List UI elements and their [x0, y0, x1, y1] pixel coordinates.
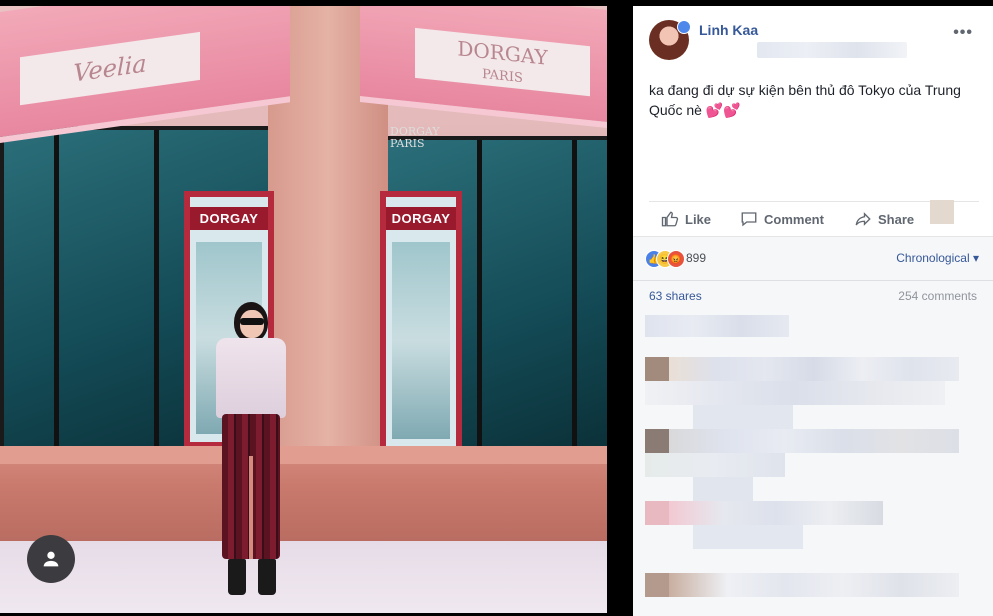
reactions-summary: 👍 😆 😡 899 Chronological ▾ — [633, 236, 993, 281]
share-button[interactable]: Share — [854, 202, 914, 236]
like-button[interactable]: Like — [661, 202, 711, 236]
post-header: Linh Kaa ••• — [649, 20, 985, 64]
blurred-comment — [645, 453, 785, 477]
comment-icon — [741, 212, 757, 227]
angry-reaction-icon: 😡 — [667, 250, 685, 268]
comments-count[interactable]: 254 comments — [898, 289, 977, 303]
blurred-comment — [669, 357, 959, 381]
comment-avatar — [645, 429, 669, 453]
comment-avatar — [645, 501, 669, 525]
comment-avatar — [645, 357, 669, 381]
blurred-comment — [669, 573, 959, 597]
sort-dropdown[interactable]: Chronological ▾ — [896, 251, 979, 265]
blurred-timestamp — [757, 42, 907, 58]
blurred-comment — [645, 381, 945, 405]
author-name[interactable]: Linh Kaa — [699, 22, 758, 38]
shares-link[interactable]: 63 shares — [649, 289, 702, 303]
awning-right: DORGAY PARIS — [360, 6, 607, 129]
two-hearts-emoji: 💕💕 — [705, 102, 741, 118]
thumbs-up-icon — [661, 211, 679, 227]
person-figure — [206, 296, 296, 606]
post-photo[interactable]: Veelia DORGAY PARIS DORGAY PARIS DORGAY … — [0, 6, 607, 613]
caret-down-icon: ▾ — [972, 251, 979, 265]
blurred-comment — [693, 405, 793, 429]
blurred-comment — [693, 477, 753, 501]
post-side-panel: Linh Kaa ••• ka đang đi dự sự kiện bên t… — [633, 6, 993, 616]
verified-icon — [677, 20, 691, 34]
store-sign: DORGAY PARIS — [390, 125, 440, 150]
post-text: ka đang đi dự sự kiện bên thủ đô Tokyo c… — [649, 82, 961, 118]
comments-section: 63 shares 254 comments — [633, 280, 993, 616]
comment-avatar — [645, 573, 669, 597]
blurred-comment — [645, 315, 789, 337]
comment-button[interactable]: Comment — [740, 202, 824, 236]
sunglasses — [240, 318, 264, 325]
awning-left: Veelia — [0, 6, 290, 143]
blurred-comment — [669, 501, 883, 525]
person-icon[interactable] — [27, 535, 75, 583]
blurred-comment — [669, 429, 959, 453]
viewer-avatar-thumb[interactable] — [930, 200, 954, 224]
awning-right-sign: DORGAY PARIS — [415, 27, 590, 97]
shirt — [216, 338, 286, 418]
more-options-icon[interactable]: ••• — [953, 24, 973, 42]
sidewalk — [0, 541, 607, 613]
blurred-comment — [693, 525, 803, 549]
reaction-count[interactable]: 899 — [686, 251, 706, 265]
poster-right: DORGAY — [380, 191, 462, 453]
share-icon — [855, 212, 871, 226]
awning-left-sign: Veelia — [20, 31, 200, 106]
photo-viewer: Veelia DORGAY PARIS DORGAY PARIS DORGAY … — [0, 0, 607, 615]
